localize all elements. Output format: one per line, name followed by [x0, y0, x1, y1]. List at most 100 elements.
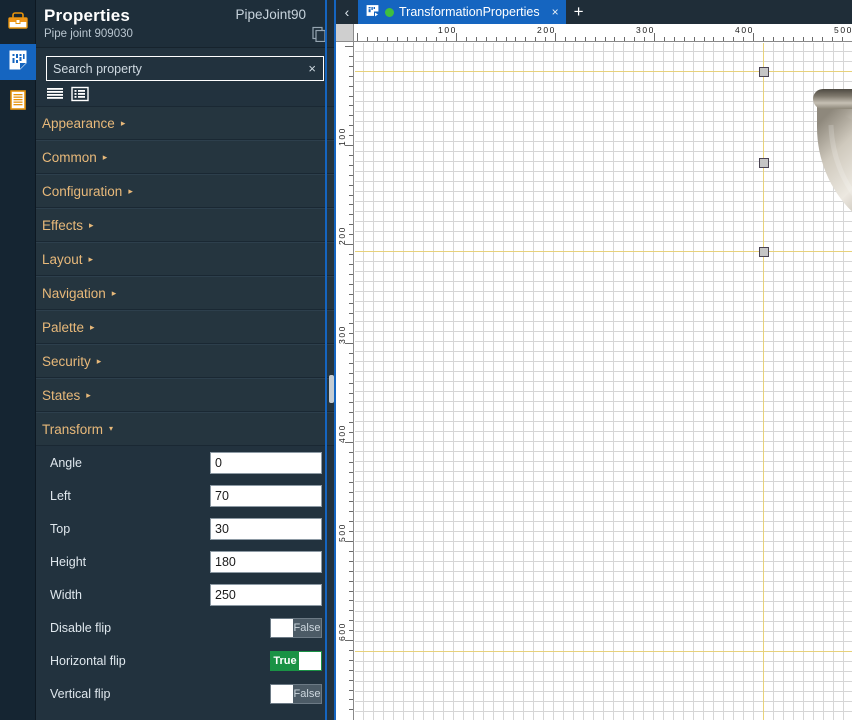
ruler-minor-tick: [349, 482, 353, 483]
property-category-palette[interactable]: Palette ▸: [36, 310, 334, 344]
ruler-minor-tick: [397, 37, 398, 41]
toggle-knob: [271, 618, 293, 637]
ruler-minor-tick: [575, 37, 576, 41]
ruler-minor-tick: [664, 37, 665, 41]
property-category-security[interactable]: Security ▸: [36, 344, 334, 378]
top-input[interactable]: [210, 517, 322, 540]
properties-scrollbar-thumb[interactable]: [329, 375, 334, 403]
ruler-minor-tick: [349, 521, 353, 522]
ruler-minor-tick: [349, 709, 353, 710]
ruler-minor-tick: [349, 185, 353, 186]
tab-label: TransformationProperties: [399, 5, 540, 19]
property-row-angle: Angle: [36, 446, 334, 479]
property-category-transform[interactable]: Transform ▾: [36, 412, 334, 446]
tab-close-icon[interactable]: ×: [552, 5, 559, 19]
property-label: Width: [50, 587, 82, 602]
canvas-viewport[interactable]: 0: [355, 43, 852, 720]
ruler-minor-tick: [349, 353, 353, 354]
chevron-right-icon: ▸: [111, 287, 117, 298]
property-category-layout[interactable]: Layout ▸: [36, 242, 334, 276]
ruler-minor-tick: [704, 37, 705, 41]
document-icon: [366, 4, 380, 21]
property-row-left: Left: [36, 479, 334, 512]
search-input[interactable]: [47, 61, 302, 76]
width-input[interactable]: [210, 583, 322, 606]
ruler-minor-tick: [822, 37, 823, 41]
selection-handle-nw[interactable]: [759, 67, 769, 77]
search-box[interactable]: ×: [46, 56, 324, 81]
object-subtitle: Pipe joint 909030: [44, 28, 133, 40]
ruler-minor-tick: [349, 135, 353, 136]
ruler-minor-tick: [743, 37, 744, 41]
ruler-minor-tick: [349, 294, 353, 295]
rail-item-list[interactable]: [0, 84, 36, 120]
vertical-flip-toggle[interactable]: False: [270, 683, 322, 704]
ruler-minor-tick: [349, 363, 353, 364]
category-label: Common: [42, 149, 97, 165]
selection-handle-sw[interactable]: [759, 247, 769, 257]
properties-icon: [7, 49, 29, 76]
vertical-ruler[interactable]: 100 200 300 400 500 600: [336, 24, 354, 720]
ruler-minor-tick: [349, 650, 353, 651]
ruler-minor-tick: [349, 591, 353, 592]
property-category-common[interactable]: Common ▸: [36, 140, 334, 174]
toggle-knob: [271, 684, 293, 703]
selection-handle-w[interactable]: [759, 158, 769, 168]
ruler-minor-tick: [349, 264, 353, 265]
horizontal-flip-toggle[interactable]: True: [270, 650, 322, 671]
ruler-minor-tick: [349, 373, 353, 374]
left-icon-rail: [0, 0, 36, 720]
ruler-minor-tick: [349, 561, 353, 562]
tab-transformationproperties[interactable]: TransformationProperties ×: [358, 0, 566, 24]
ruler-minor-tick: [349, 452, 353, 453]
horizontal-ruler[interactable]: 100 200 300 400 500: [336, 24, 852, 42]
add-tab-button[interactable]: +: [565, 0, 592, 24]
ruler-minor-tick: [349, 462, 353, 463]
ruler-minor-tick: [525, 37, 526, 41]
ruler-minor-tick: [349, 680, 353, 681]
chevron-right-icon: ▸: [102, 151, 108, 162]
ruler-minor-tick: [832, 37, 833, 41]
left-input[interactable]: [210, 484, 322, 507]
properties-scroll-area: Appearance ▸ Common ▸ Configuration ▸ Effects ▸…: [36, 106, 334, 720]
ruler-minor-tick: [605, 37, 606, 41]
category-list-view-icon[interactable]: [71, 86, 89, 102]
ruler-minor-tick: [349, 303, 353, 304]
disable-flip-toggle[interactable]: False: [270, 617, 322, 638]
ruler-corner: [336, 24, 354, 42]
property-category-appearance[interactable]: Appearance ▸: [36, 106, 334, 140]
flat-list-view-icon[interactable]: [46, 86, 64, 102]
property-category-configuration[interactable]: Configuration ▸: [36, 174, 334, 208]
pipe-joint-90-shape[interactable]: [759, 67, 852, 267]
ruler-minor-tick: [733, 37, 734, 41]
property-category-navigation[interactable]: Navigation ▸: [36, 276, 334, 310]
height-input[interactable]: [210, 550, 322, 573]
category-label: Effects: [42, 217, 84, 233]
ruler-minor-tick: [793, 37, 794, 41]
rail-item-properties[interactable]: [0, 44, 36, 80]
property-category-effects[interactable]: Effects ▸: [36, 208, 334, 242]
ruler-minor-tick: [349, 630, 353, 631]
list-icon: [8, 89, 28, 116]
rail-item-toolbox[interactable]: [0, 4, 36, 40]
tab-scroll-back-button[interactable]: ‹: [336, 0, 358, 24]
chevron-right-icon: ▸: [89, 219, 94, 230]
property-category-states[interactable]: States ▸: [36, 378, 334, 412]
ruler-label: 200: [537, 25, 556, 35]
ruler-minor-tick: [349, 670, 353, 671]
property-row-width: Width: [36, 578, 334, 611]
tab-status-dot: [385, 7, 394, 17]
category-label: Layout: [42, 251, 83, 267]
ruler-minor-tick: [545, 37, 546, 41]
ruler-minor-tick: [349, 234, 353, 235]
clear-search-icon[interactable]: ×: [301, 62, 323, 75]
ruler-minor-tick: [349, 610, 353, 611]
angle-input[interactable]: [210, 451, 322, 474]
ruler-minor-tick: [367, 37, 368, 41]
ruler-minor-tick: [842, 37, 843, 41]
app-root: Properties Pipe joint 909030 PipeJoint90…: [0, 0, 852, 720]
toggle-value-label: False: [293, 684, 321, 703]
ruler-minor-tick: [535, 37, 536, 41]
ruler-label: 500: [834, 25, 852, 35]
ruler-minor-tick: [585, 37, 586, 41]
